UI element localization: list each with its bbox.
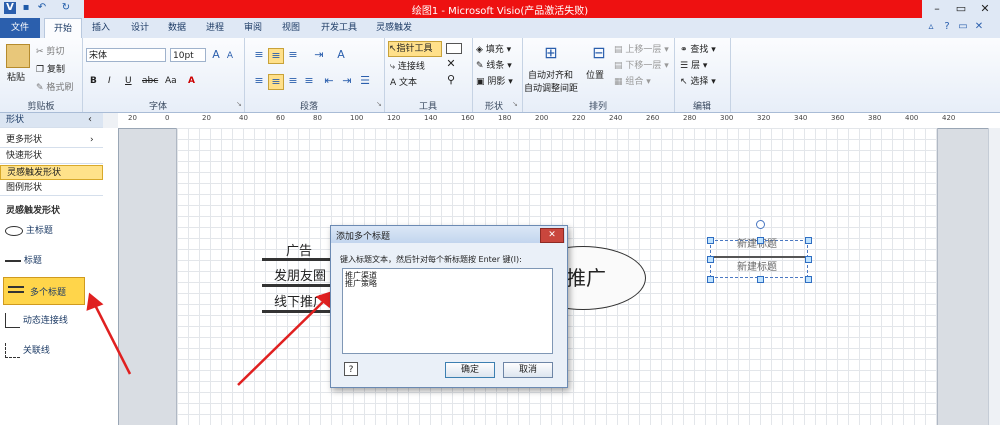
dialog-close-icon[interactable]: ✕: [540, 228, 564, 243]
help-icon[interactable]: ?: [344, 362, 358, 376]
titles-textarea[interactable]: 推广渠道 推广策略: [342, 268, 553, 354]
ok-button[interactable]: 确定: [445, 362, 495, 378]
textarea-line-2: 推广策略: [345, 279, 377, 288]
arrow-to-stencil: [92, 302, 132, 375]
dialog-instruction: 键入标题文本，然后针对每个新标题按 Enter 键(I):: [340, 255, 522, 264]
cancel-button[interactable]: 取消: [503, 362, 553, 378]
arrow-head-icon: [86, 292, 104, 311]
dialog-title: 添加多个标题: [336, 232, 391, 242]
arrow-to-dialog: [237, 299, 326, 386]
